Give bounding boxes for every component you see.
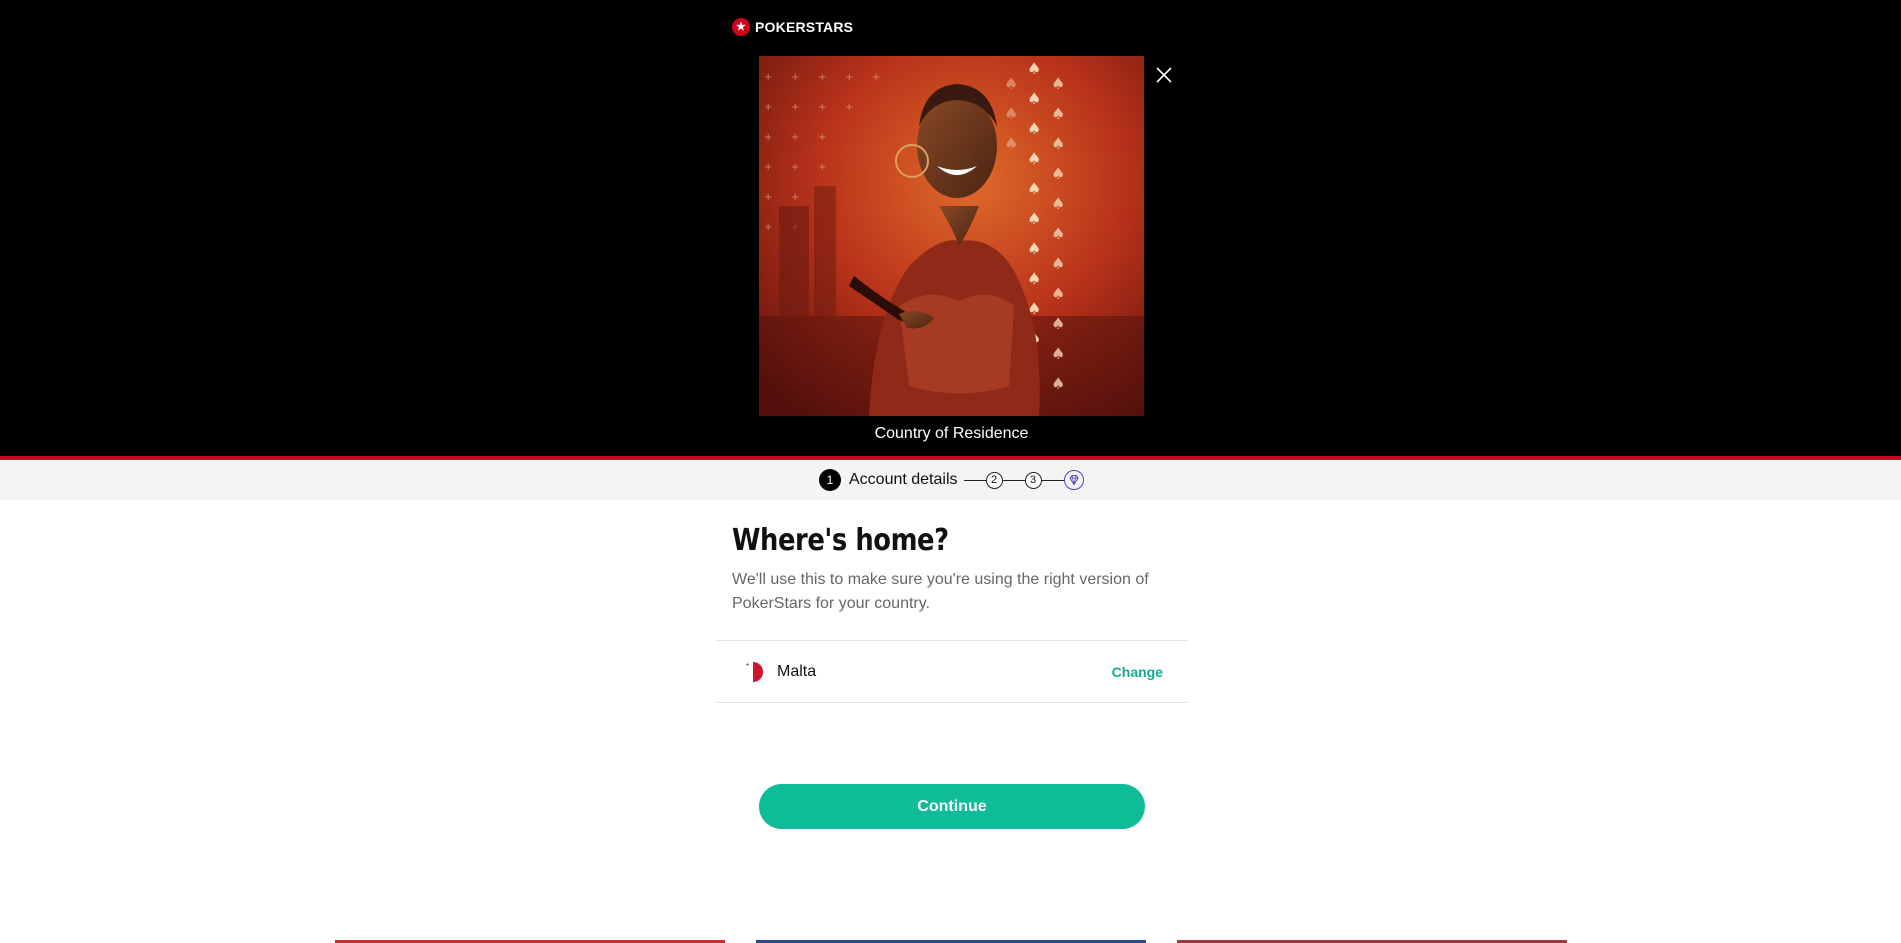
svg-text:♠: ♠ (1027, 209, 1041, 228)
step-1-indicator: 1 (819, 469, 841, 491)
pokerstars-logo: ★ POKERSTARS (732, 17, 853, 37)
step-final-indicator (1063, 470, 1084, 490)
svg-text:♠: ♠ (1027, 179, 1041, 198)
hero-caption: Country of Residence (874, 425, 1029, 442)
svg-text:♠: ♠ (1027, 269, 1041, 288)
svg-text:♠: ♠ (1027, 89, 1041, 108)
svg-text:♠: ♠ (1051, 374, 1065, 393)
svg-text:♠: ♠ (1051, 104, 1065, 123)
svg-text:♠: ♠ (1004, 104, 1018, 123)
svg-text:♠: ♠ (1051, 134, 1065, 153)
svg-text:+: + (791, 132, 799, 143)
hero-illustration: +++++ ++++ +++ +++ ++ ++ ♠♠♠♠ ♠♠♠♠ ♠♠♠♠ … (759, 56, 1144, 416)
svg-text:♠: ♠ (1051, 164, 1065, 183)
hero-image: +++++ ++++ +++ +++ ++ ++ ♠♠♠♠ ♠♠♠♠ ♠♠♠♠ … (759, 56, 1144, 416)
svg-text:+: + (791, 102, 799, 113)
svg-text:+: + (818, 102, 826, 113)
svg-text:♠: ♠ (1027, 59, 1041, 78)
svg-text:+: + (791, 72, 799, 83)
svg-text:+: + (764, 222, 772, 233)
svg-text:+: + (791, 192, 799, 203)
step-3-indicator: 3 (1024, 471, 1042, 489)
svg-text:♠: ♠ (1051, 224, 1065, 243)
country-selector: Malta Change (717, 640, 1187, 703)
svg-text:+: + (845, 102, 853, 113)
step-1-label: Account details (849, 471, 958, 488)
diamond-icon (1068, 475, 1079, 486)
svg-text:+: + (791, 162, 799, 173)
close-icon (1156, 67, 1172, 83)
svg-text:♠: ♠ (1027, 119, 1041, 138)
svg-text:+: + (818, 162, 826, 173)
svg-text:+: + (845, 72, 853, 83)
svg-text:♠: ♠ (1051, 194, 1065, 213)
change-country-link[interactable]: Change (1112, 664, 1163, 680)
svg-text:+: + (764, 192, 772, 203)
step-2-indicator: 2 (985, 471, 1003, 489)
svg-text:♠: ♠ (1051, 314, 1065, 333)
pokerstars-logo-icon: ★ (732, 18, 750, 36)
page-description: We'll use this to make sure you're using… (732, 571, 1149, 612)
step-connector (1002, 479, 1025, 481)
brand-name: POKERSTARS (755, 19, 854, 35)
progress-stepper: 1 Account details 2 3 (819, 468, 1084, 492)
svg-text:+: + (872, 72, 880, 83)
page-title: Where's home? (732, 523, 949, 558)
svg-text:+: + (764, 162, 772, 173)
svg-text:+: + (764, 72, 772, 83)
svg-text:♠: ♠ (1027, 149, 1041, 168)
close-button[interactable] (1153, 64, 1175, 86)
continue-button[interactable]: Continue (759, 784, 1145, 829)
svg-text:♠: ♠ (1051, 254, 1065, 273)
svg-text:+: + (818, 72, 826, 83)
step-connector (1041, 479, 1064, 481)
svg-text:♠: ♠ (1051, 74, 1065, 93)
svg-text:♠: ♠ (1004, 74, 1018, 93)
step-connector (963, 479, 986, 481)
svg-text:+: + (818, 132, 826, 143)
svg-text:♠: ♠ (1051, 284, 1065, 303)
svg-text:+: + (764, 132, 772, 143)
svg-text:+: + (764, 102, 772, 113)
selected-country: Malta (777, 663, 817, 680)
svg-text:♠: ♠ (1004, 134, 1018, 153)
svg-text:♠: ♠ (1027, 239, 1041, 258)
svg-text:♠: ♠ (1051, 344, 1065, 363)
malta-flag-icon (743, 661, 763, 683)
